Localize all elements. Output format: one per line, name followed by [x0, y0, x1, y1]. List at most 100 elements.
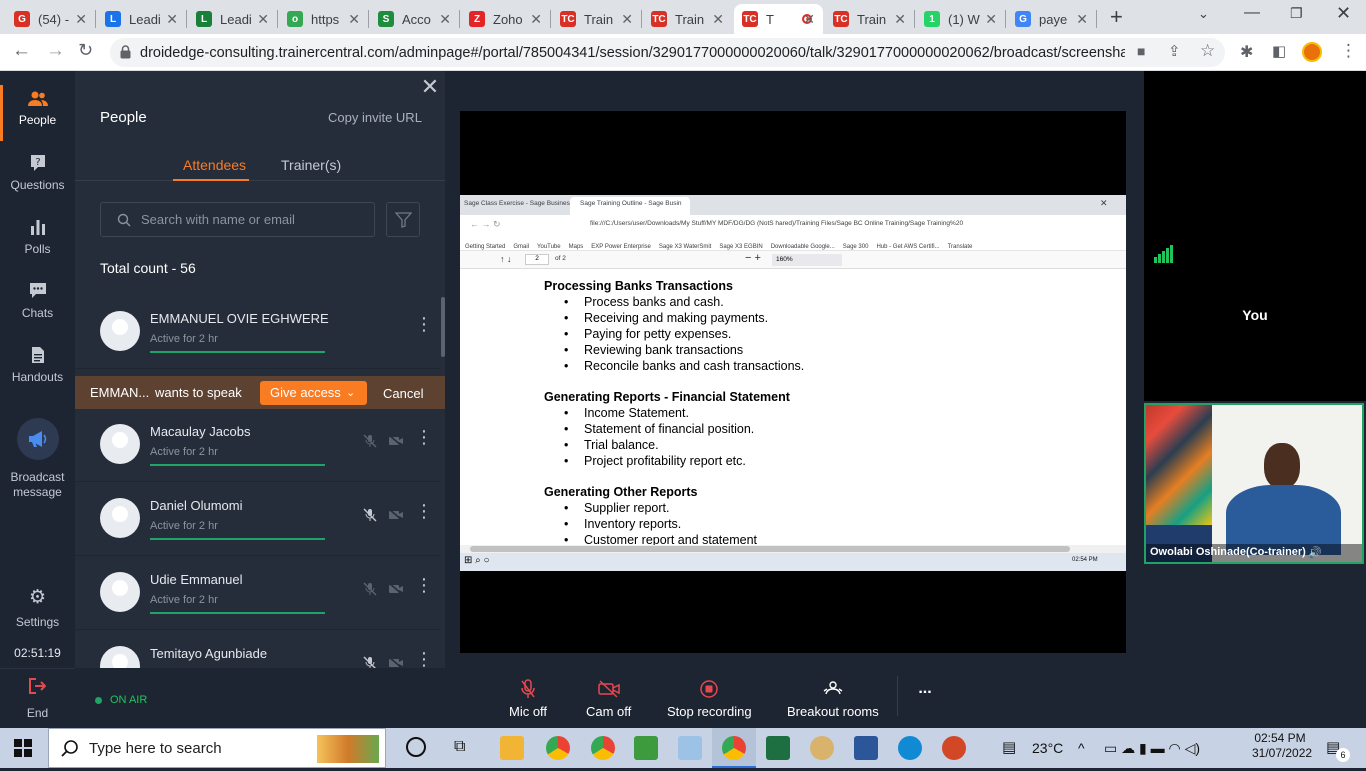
- close-tab-icon[interactable]: ✕: [348, 11, 360, 28]
- menu-kebab-icon[interactable]: ⋮: [1340, 41, 1357, 61]
- browser-tab[interactable]: TC Train ✕: [643, 4, 732, 34]
- attendee-row[interactable]: EMMANUEL OVIE EGHWERE Active for 2 hr ⋮: [75, 297, 440, 369]
- side-panel-icon[interactable]: ◧: [1272, 42, 1286, 60]
- file-explorer-icon[interactable]: [500, 736, 524, 760]
- powerpoint-icon[interactable]: [942, 736, 966, 760]
- browser-tab[interactable]: TC T ✕: [734, 4, 823, 34]
- mic-off-icon[interactable]: [363, 434, 377, 448]
- rail-item-broadcast[interactable]: Broadcast message: [0, 418, 75, 500]
- rail-item-handouts[interactable]: Handouts: [0, 346, 75, 384]
- stop-recording-button[interactable]: Stop recording: [667, 678, 752, 719]
- mic-off-icon[interactable]: [363, 582, 377, 596]
- close-tab-icon[interactable]: ✕: [1076, 11, 1088, 28]
- notification-icon[interactable]: ▤: [1326, 728, 1340, 768]
- tab-search-icon[interactable]: ⌄: [1198, 6, 1209, 22]
- word-icon[interactable]: [854, 736, 878, 760]
- notes-icon[interactable]: [678, 736, 702, 760]
- close-tab-icon[interactable]: ✕: [621, 11, 633, 28]
- close-tab-icon[interactable]: ✕: [712, 11, 724, 28]
- chrome-icon[interactable]: [546, 736, 570, 760]
- browser-tab[interactable]: TC Train ✕: [825, 4, 914, 34]
- attendee-row[interactable]: Macaulay Jacobs Active for 2 hr ⋮: [75, 410, 440, 482]
- taskbar-clock[interactable]: 02:54 PM 31/07/2022: [1252, 731, 1312, 771]
- browser-tab[interactable]: Gpaye ✕: [1007, 4, 1096, 34]
- weather-icon[interactable]: ▤: [1002, 728, 1016, 768]
- close-tab-icon[interactable]: ✕: [166, 11, 178, 28]
- cortana-icon[interactable]: [406, 737, 426, 757]
- rail-item-chats[interactable]: Chats: [0, 282, 75, 320]
- mic-off-button[interactable]: Mic off: [509, 678, 547, 719]
- new-tab-button[interactable]: +: [1110, 4, 1123, 30]
- close-window-icon[interactable]: ✕: [1336, 3, 1351, 24]
- copy-invite-link[interactable]: Copy invite URL: [328, 110, 422, 125]
- more-options-icon[interactable]: ⋮: [415, 576, 433, 594]
- rail-item-polls[interactable]: Polls: [0, 218, 75, 256]
- more-options-icon[interactable]: ⋮: [415, 650, 433, 668]
- share-icon[interactable]: ⇪: [1168, 42, 1181, 60]
- address-bar[interactable]: droidedge-consulting.trainercentral.com/…: [110, 38, 1225, 67]
- browser-tab[interactable]: o https ✕: [279, 4, 368, 34]
- windows-start-icon[interactable]: [14, 739, 32, 757]
- app-icon[interactable]: [634, 736, 658, 760]
- browser-tab[interactable]: Z Zoho ✕: [461, 4, 550, 34]
- bookmark-star-icon[interactable]: ☆: [1200, 41, 1215, 61]
- more-controls-button[interactable]: ...: [897, 676, 952, 716]
- rail-item-questions[interactable]: ? Questions: [0, 154, 75, 192]
- browser-tab[interactable]: L Leadi ✕: [97, 4, 186, 34]
- back-icon[interactable]: ←: [12, 40, 31, 62]
- close-tab-icon[interactable]: ✕: [894, 11, 906, 28]
- close-tab-icon[interactable]: ✕: [439, 11, 451, 28]
- give-access-button[interactable]: Give access ⌄: [260, 381, 367, 405]
- close-tab-icon[interactable]: ✕: [803, 11, 815, 28]
- cam-off-button[interactable]: Cam off: [586, 678, 631, 719]
- forward-icon[interactable]: →: [46, 40, 65, 62]
- cancel-button[interactable]: Cancel: [383, 386, 423, 401]
- tray-icons[interactable]: ▭ ☁ ▮ ▬ ◠ ◁): [1104, 728, 1200, 768]
- close-tab-icon[interactable]: ✕: [257, 11, 269, 28]
- tab-attendees[interactable]: Attendees: [183, 157, 246, 173]
- close-tab-icon[interactable]: ✕: [530, 11, 542, 28]
- camera-blocked-icon[interactable]: ■: [1137, 43, 1145, 59]
- attendee-row[interactable]: Temitayo Agunbiade ⋮: [75, 632, 440, 668]
- profile-avatar[interactable]: [1302, 42, 1322, 62]
- rail-item-people[interactable]: People: [0, 91, 75, 127]
- mic-off-icon[interactable]: [363, 656, 377, 668]
- minimize-icon[interactable]: —: [1244, 4, 1260, 22]
- browser-tab[interactable]: TC Train ✕: [552, 4, 641, 34]
- tab-trainers[interactable]: Trainer(s): [281, 157, 341, 173]
- taskbar-search[interactable]: Type here to search: [48, 728, 386, 768]
- chrome-active-icon[interactable]: [722, 736, 746, 760]
- excel-icon[interactable]: [766, 736, 790, 760]
- browser-tab[interactable]: L Leadi ✕: [188, 4, 277, 34]
- extensions-icon[interactable]: ✱: [1240, 42, 1253, 62]
- chrome-profile-icon[interactable]: [591, 736, 615, 760]
- close-tab-icon[interactable]: ✕: [75, 11, 87, 28]
- close-tab-icon[interactable]: ✕: [985, 11, 997, 28]
- restore-icon[interactable]: ❐: [1290, 5, 1303, 22]
- camera-off-icon[interactable]: [388, 508, 404, 522]
- camera-off-icon[interactable]: [388, 434, 404, 448]
- more-options-icon[interactable]: ⋮: [415, 315, 433, 333]
- edge-icon[interactable]: [898, 736, 922, 760]
- close-panel-icon[interactable]: ✕: [417, 75, 443, 101]
- search-input[interactable]: Search with name or email: [100, 202, 375, 237]
- tray-chevron-icon[interactable]: ^: [1078, 728, 1085, 768]
- task-view-icon[interactable]: ⧉: [454, 738, 465, 756]
- mic-off-icon[interactable]: [363, 508, 377, 522]
- reload-icon[interactable]: ↻: [78, 40, 93, 61]
- browser-tab[interactable]: 1 (1) W ✕: [916, 4, 1005, 34]
- filter-button[interactable]: [386, 202, 420, 237]
- breakout-rooms-button[interactable]: Breakout rooms: [787, 678, 879, 719]
- camera-off-icon[interactable]: [388, 582, 404, 596]
- more-options-icon[interactable]: ⋮: [415, 502, 433, 520]
- temperature[interactable]: 23°C: [1032, 728, 1063, 768]
- more-options-icon[interactable]: ⋮: [415, 428, 433, 446]
- rail-item-settings[interactable]: ⚙ Settings: [0, 586, 75, 629]
- browser-tab[interactable]: G (54) - ✕: [6, 4, 95, 34]
- attendee-row[interactable]: Daniel Olumomi Active for 2 hr ⋮: [75, 484, 440, 556]
- camera-off-icon[interactable]: [388, 656, 404, 668]
- browser-tab[interactable]: S Acco ✕: [370, 4, 459, 34]
- attendee-row[interactable]: Udie Emmanuel Active for 2 hr ⋮: [75, 558, 440, 630]
- end-button[interactable]: End: [0, 668, 75, 728]
- paint-icon[interactable]: [810, 736, 834, 760]
